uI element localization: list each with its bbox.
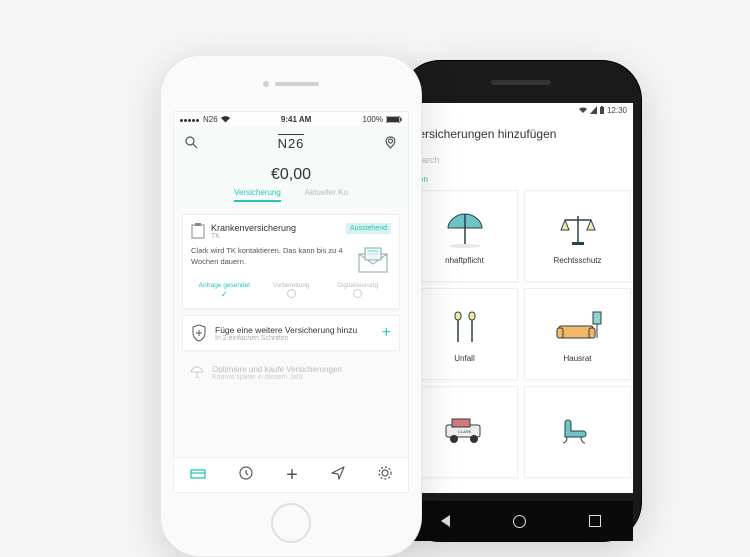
tabbar-send-icon[interactable]: [331, 466, 345, 485]
tile-haftpflicht[interactable]: nhaftpflicht: [411, 190, 518, 282]
add-subtitle: In 2 einfachen Schritten: [215, 335, 357, 342]
tabbar-home-icon[interactable]: [190, 466, 206, 484]
tile-unfall[interactable]: Unfall: [411, 288, 518, 380]
battery-label: 100%: [363, 115, 383, 124]
search-input[interactable]: Search: [411, 149, 633, 171]
tab-current[interactable]: Aktueller Ko: [305, 188, 348, 202]
tabs: Versicherung Aktueller Ko: [174, 188, 408, 208]
clipboard-icon: [191, 223, 205, 239]
balance-section: €0,00: [174, 158, 408, 188]
tile-chair[interactable]: [524, 386, 631, 478]
insurance-description: Clark wird TK kontaktieren. Das kann bis…: [191, 246, 347, 274]
category-grid: nhaftpflicht Rechtsschutz Unfall: [411, 190, 633, 478]
page-title: Versicherungen hinzufügen: [411, 117, 633, 149]
optimize-card: Optimiere und kaufe Versicherungen Kommt…: [182, 357, 400, 389]
tab-insurance[interactable]: Versicherung: [234, 188, 281, 202]
insurance-title: Krankenversicherung: [211, 223, 296, 233]
n26-logo: N26: [278, 134, 305, 151]
home-button[interactable]: [513, 515, 526, 528]
optimize-subtitle: Kommt später in diesem Jahr: [212, 374, 342, 381]
tabbar-settings-icon[interactable]: [378, 466, 392, 485]
status-badge: Ausstehend: [346, 223, 391, 234]
insurance-card[interactable]: Krankenversicherung TK Ausstehend Clark …: [182, 214, 400, 309]
time-label: 9:41 AM: [281, 115, 311, 124]
filter-label[interactable]: isten: [411, 171, 633, 190]
signal-icon: [590, 106, 597, 114]
tile-rechtsschutz[interactable]: Rechtsschutz: [524, 190, 631, 282]
sofa-icon: [552, 306, 604, 348]
carrier-label: N26: [203, 115, 218, 124]
car-icon: CLARK: [439, 411, 491, 453]
step-2: Vorbereitung: [258, 282, 325, 300]
chair-icon: [552, 411, 604, 453]
android-statusbar: 12:30: [409, 103, 633, 117]
battery-icon: [600, 106, 604, 114]
android-navbar: [409, 501, 633, 541]
umbrella-outline-icon: [190, 365, 204, 379]
step-3: Digitalisierung: [324, 282, 391, 300]
progress-steps: Anfrage gesendet✓ Vorbereitung Digitalis…: [191, 282, 391, 300]
tabbar-history-icon[interactable]: [239, 466, 253, 485]
android-time: 12:30: [607, 106, 627, 115]
add-title: Füge eine weitere Versicherung hinzu: [215, 325, 357, 335]
shield-plus-icon: [191, 324, 207, 342]
wifi-icon: [221, 116, 230, 123]
insurance-provider: TK: [211, 233, 296, 240]
back-button[interactable]: [441, 515, 450, 527]
main-content: Krankenversicherung TK Ausstehend Clark …: [174, 208, 408, 457]
crutches-icon: [439, 306, 491, 348]
home-button[interactable]: [271, 503, 311, 543]
umbrella-icon: [439, 208, 491, 250]
step-1: Anfrage gesendet✓: [191, 282, 258, 300]
add-insurance-card[interactable]: Füge eine weitere Versicherung hinzu In …: [182, 315, 400, 351]
iphone: N26 9:41 AM 100% N26 €0,00 Versicherung …: [160, 55, 422, 557]
scales-icon: [552, 208, 604, 250]
ios-statusbar: N26 9:41 AM 100%: [174, 112, 408, 126]
iphone-screen: N26 9:41 AM 100% N26 €0,00 Versicherung …: [173, 111, 409, 493]
svg-text:CLARK: CLARK: [458, 429, 472, 434]
battery-icon: [386, 116, 402, 123]
recents-button[interactable]: [589, 515, 601, 527]
app-header: N26: [174, 126, 408, 158]
tile-car[interactable]: CLARK: [411, 386, 518, 478]
envelope-icon: [355, 246, 391, 274]
tab-bar: +: [174, 457, 408, 492]
android-bezel-top: [401, 61, 641, 103]
location-icon[interactable]: [384, 135, 398, 149]
tile-hausrat[interactable]: Hausrat: [524, 288, 631, 380]
iphone-bezel-top: [161, 56, 421, 111]
balance-amount: €0,00: [174, 166, 408, 184]
android-screen: 12:30 Versicherungen hinzufügen Search i…: [409, 103, 633, 493]
search-icon[interactable]: [184, 135, 198, 149]
optimize-title: Optimiere und kaufe Versicherungen: [212, 365, 342, 374]
wifi-icon: [579, 106, 587, 114]
plus-icon: +: [382, 324, 391, 342]
android-phone: 12:30 Versicherungen hinzufügen Search i…: [400, 60, 642, 542]
tabbar-add-icon[interactable]: +: [286, 464, 298, 487]
